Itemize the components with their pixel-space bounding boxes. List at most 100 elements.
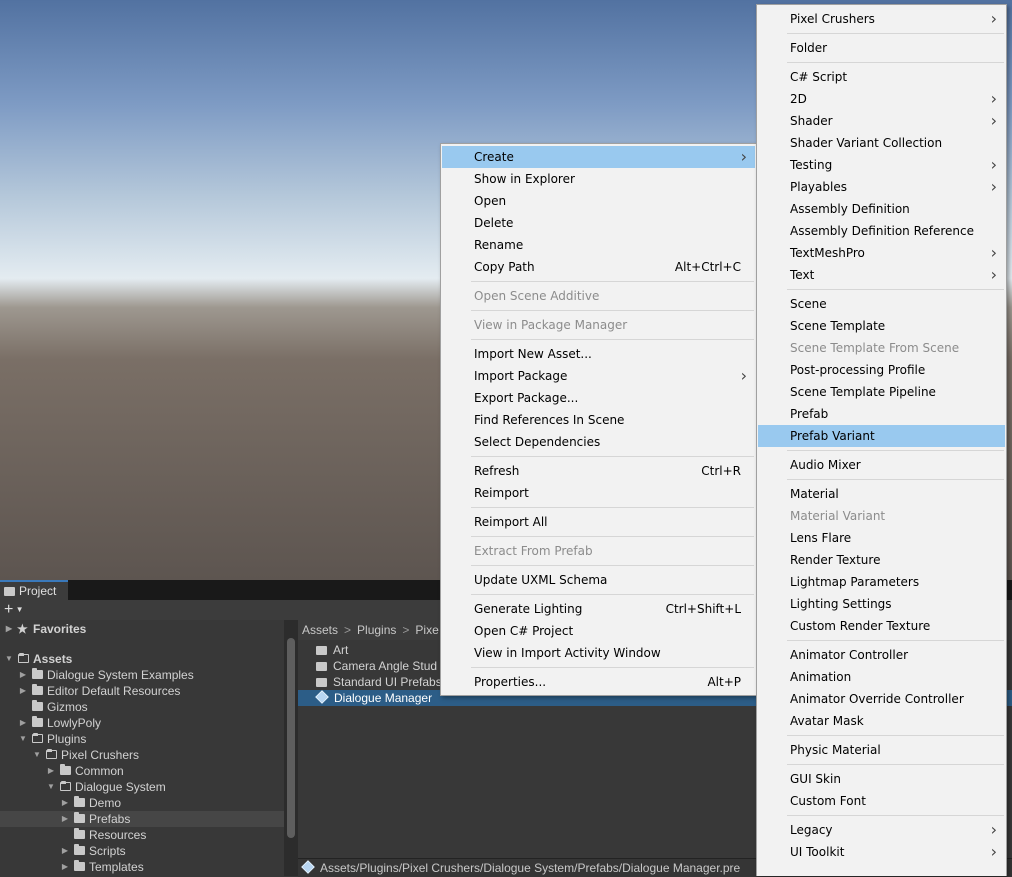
scrollbar-thumb[interactable] <box>287 638 295 838</box>
menu-item-rename[interactable]: Rename <box>442 234 755 256</box>
menu-item-import-new-asset[interactable]: Import New Asset... <box>442 343 755 365</box>
menu-item-open-c-project[interactable]: Open C# Project <box>442 620 755 642</box>
tree-item[interactable]: ▶ Demo <box>0 795 284 811</box>
collapsed-arrow-icon[interactable]: ▶ <box>18 715 28 731</box>
collapsed-arrow-icon[interactable]: ▶ <box>46 763 56 779</box>
collapsed-arrow-icon[interactable]: ▶ <box>18 683 28 699</box>
folder-tree: ▶ ★ Favorites ▼ Assets ▶ Dialogue System Examp… <box>0 620 284 876</box>
tree-item[interactable]: ▼ Pixel Crushers <box>0 747 284 763</box>
menu-item-label: Audio Mixer <box>790 458 861 472</box>
menu-item-select-dependencies[interactable]: Select Dependencies <box>442 431 755 453</box>
add-button[interactable]: + ▼ <box>4 601 23 619</box>
menu-item-playables[interactable]: Playables › <box>758 176 1005 198</box>
menu-item-avatar-mask[interactable]: Avatar Mask <box>758 710 1005 732</box>
collapsed-arrow-icon[interactable]: ▶ <box>4 621 14 637</box>
tree-item-label: Editor Default Resources <box>47 684 181 698</box>
menu-item-delete[interactable]: Delete <box>442 212 755 234</box>
tab-project[interactable]: Project <box>0 580 68 600</box>
tree-item[interactable]: ▼ Assets <box>0 651 284 667</box>
menu-separator <box>471 507 754 508</box>
menu-item-copy-path[interactable]: Copy Path Alt+Ctrl+C <box>442 256 755 278</box>
menu-item-properties[interactable]: Properties... Alt+P <box>442 671 755 693</box>
menu-item-label: Lens Flare <box>790 531 852 545</box>
breadcrumb-item[interactable]: Plugins <box>357 623 396 637</box>
menu-item-render-texture[interactable]: Render Texture <box>758 549 1005 571</box>
menu-separator <box>471 339 754 340</box>
tree-item[interactable]: Gizmos <box>0 699 284 715</box>
menu-item-legacy[interactable]: Legacy › <box>758 819 1005 841</box>
menu-item-pixel-crushers[interactable]: Pixel Crushers › <box>758 8 1005 30</box>
tree-item[interactable]: ▶ Editor Default Resources <box>0 683 284 699</box>
menu-item-import-package[interactable]: Import Package › <box>442 365 755 387</box>
menu-item-ui-toolkit[interactable]: UI Toolkit › <box>758 841 1005 863</box>
menu-separator <box>787 33 1004 34</box>
menu-item-c-script[interactable]: C# Script <box>758 66 1005 88</box>
menu-item-assembly-definition-reference[interactable]: Assembly Definition Reference <box>758 220 1005 242</box>
menu-item-folder[interactable]: Folder <box>758 37 1005 59</box>
menu-item-scene-template-pipeline[interactable]: Scene Template Pipeline <box>758 381 1005 403</box>
tree-item[interactable]: ▼ Plugins <box>0 731 284 747</box>
menu-item-text[interactable]: Text › <box>758 264 1005 286</box>
menu-item-lightmap-parameters[interactable]: Lightmap Parameters <box>758 571 1005 593</box>
menu-item-generate-lighting[interactable]: Generate Lighting Ctrl+Shift+L <box>442 598 755 620</box>
menu-item-material[interactable]: Material <box>758 483 1005 505</box>
tree-item[interactable]: ▶ Templates <box>0 859 284 875</box>
menu-item-post-processing-profile[interactable]: Post-processing Profile <box>758 359 1005 381</box>
tree-item[interactable]: Resources <box>0 827 284 843</box>
menu-item-custom-font[interactable]: Custom Font <box>758 790 1005 812</box>
menu-item-find-references-in-scene[interactable]: Find References In Scene <box>442 409 755 431</box>
menu-item-custom-render-texture[interactable]: Custom Render Texture <box>758 615 1005 637</box>
expanded-arrow-icon[interactable]: ▼ <box>32 747 42 763</box>
menu-item-scene[interactable]: Scene <box>758 293 1005 315</box>
tree-item[interactable]: ▶ Prefabs <box>0 811 284 827</box>
menu-item-gui-skin[interactable]: GUI Skin <box>758 768 1005 790</box>
menu-item-prefab[interactable]: Prefab <box>758 403 1005 425</box>
breadcrumb-item[interactable]: Pixe <box>415 623 438 637</box>
tree-item[interactable]: ▶ Scripts <box>0 843 284 859</box>
menu-item-testing[interactable]: Testing › <box>758 154 1005 176</box>
tree-scrollbar[interactable] <box>284 620 298 876</box>
expanded-arrow-icon[interactable]: ▼ <box>46 779 56 795</box>
tree-item[interactable]: ▶ ★ Favorites <box>0 621 284 637</box>
collapsed-arrow-icon[interactable]: ▶ <box>60 859 70 875</box>
menu-item-animation[interactable]: Animation <box>758 666 1005 688</box>
menu-item-show-in-explorer[interactable]: Show in Explorer <box>442 168 755 190</box>
menu-item-lighting-settings[interactable]: Lighting Settings <box>758 593 1005 615</box>
menu-item-reimport-all[interactable]: Reimport All <box>442 511 755 533</box>
menu-item-reimport[interactable]: Reimport <box>442 482 755 504</box>
menu-item-audio-mixer[interactable]: Audio Mixer <box>758 454 1005 476</box>
breadcrumb-item[interactable]: Assets <box>302 623 338 637</box>
menu-item-scene-template[interactable]: Scene Template <box>758 315 1005 337</box>
collapsed-arrow-icon[interactable]: ▶ <box>60 811 70 827</box>
tree-item[interactable]: ▶ Dialogue System Examples <box>0 667 284 683</box>
menu-item-animator-override-controller[interactable]: Animator Override Controller <box>758 688 1005 710</box>
folder-icon <box>32 668 43 679</box>
menu-item-view-in-import-activity-window[interactable]: View in Import Activity Window <box>442 642 755 664</box>
menu-item-update-uxml-schema[interactable]: Update UXML Schema <box>442 569 755 591</box>
menu-item-refresh[interactable]: Refresh Ctrl+R <box>442 460 755 482</box>
menu-item-physic-material[interactable]: Physic Material <box>758 739 1005 761</box>
folder-icon <box>74 844 85 855</box>
tree-item[interactable]: ▶ LowlyPoly <box>0 715 284 731</box>
menu-item-shader[interactable]: Shader › <box>758 110 1005 132</box>
collapsed-arrow-icon[interactable]: ▶ <box>60 843 70 859</box>
collapsed-arrow-icon[interactable]: ▶ <box>60 795 70 811</box>
menu-item-assembly-definition[interactable]: Assembly Definition <box>758 198 1005 220</box>
menu-item-create[interactable]: Create › <box>442 146 755 168</box>
menu-item-shader-variant-collection[interactable]: Shader Variant Collection <box>758 132 1005 154</box>
menu-item-2d[interactable]: 2D › <box>758 88 1005 110</box>
menu-item-label: Assembly Definition <box>790 202 910 216</box>
chevron-right-icon: › <box>740 147 747 166</box>
expanded-arrow-icon[interactable]: ▼ <box>18 731 28 747</box>
expanded-arrow-icon[interactable]: ▼ <box>4 651 14 667</box>
menu-item-open[interactable]: Open <box>442 190 755 212</box>
menu-item-animator-controller[interactable]: Animator Controller <box>758 644 1005 666</box>
tree-item[interactable]: ▶ Common <box>0 763 284 779</box>
tree-item[interactable]: ▼ Dialogue System <box>0 779 284 795</box>
menu-item-textmeshpro[interactable]: TextMeshPro › <box>758 242 1005 264</box>
menu-item-export-package[interactable]: Export Package... <box>442 387 755 409</box>
tree-item-label: Favorites <box>33 622 87 636</box>
menu-item-prefab-variant[interactable]: Prefab Variant <box>758 425 1005 447</box>
menu-item-lens-flare[interactable]: Lens Flare <box>758 527 1005 549</box>
collapsed-arrow-icon[interactable]: ▶ <box>18 667 28 683</box>
